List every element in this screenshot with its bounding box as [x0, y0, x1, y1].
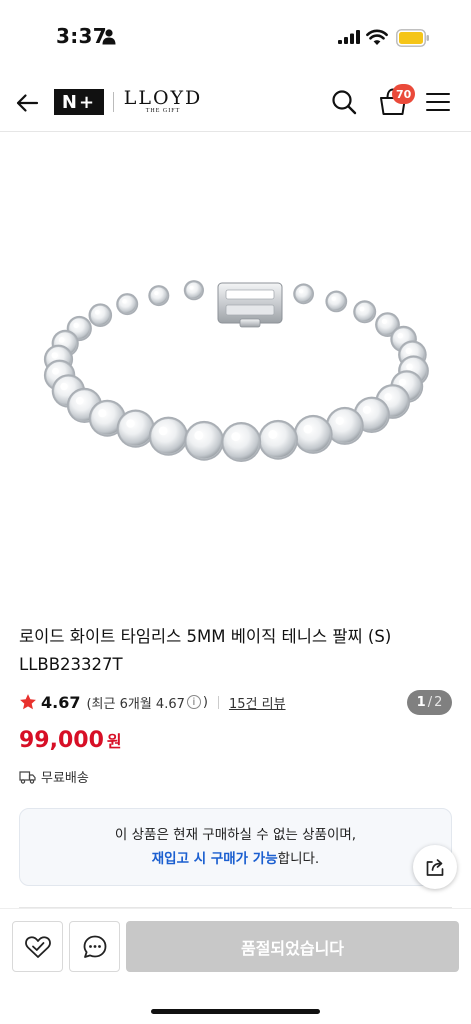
bracelet-stone	[185, 281, 203, 299]
cellular-signal-icon	[338, 30, 360, 44]
stone-highlight	[52, 367, 59, 375]
stone-highlight	[60, 382, 68, 391]
wishlist-button[interactable]	[12, 921, 63, 972]
total-pages: 2	[434, 695, 443, 710]
search-icon[interactable]	[330, 88, 358, 116]
share-button[interactable]	[413, 845, 457, 889]
cart-count-badge: 70	[392, 84, 416, 104]
restock-link[interactable]: 재입고 시 구매가 가능	[152, 851, 278, 867]
lloyd-brand-logo[interactable]: LLOYD THE GIFT	[122, 88, 204, 118]
product-photo	[43, 280, 429, 462]
notice-line-2: 재입고 시 구매가 가능합니다.	[20, 847, 451, 871]
stone-highlight	[384, 393, 392, 401]
wifi-icon	[366, 29, 388, 45]
bracelet-stone	[90, 304, 111, 326]
back-arrow-icon[interactable]	[14, 90, 40, 116]
nplus-logo[interactable]: N+	[54, 89, 104, 115]
stone-highlight	[158, 426, 168, 436]
stone-highlight	[58, 337, 65, 343]
stone-highlight	[126, 419, 135, 428]
stone-highlight	[154, 291, 159, 296]
stone-highlight	[51, 352, 58, 359]
recent-rating-close: )	[202, 694, 208, 710]
price-unit: 원	[106, 732, 122, 751]
heart-check-icon	[24, 935, 51, 958]
bracelet-stone	[118, 411, 154, 447]
chat-bubble-icon	[83, 935, 106, 958]
price-row: 99,000 원	[19, 728, 122, 753]
page-separator: /	[427, 695, 433, 710]
bracelet-stone	[327, 408, 363, 444]
stone-highlight	[405, 347, 412, 355]
stone-highlight	[73, 322, 79, 328]
stone-highlight	[335, 416, 344, 425]
bracelet-stone	[354, 301, 375, 322]
stone-highlight	[299, 289, 304, 294]
stone-highlight	[398, 378, 407, 386]
stone-highlight	[406, 363, 413, 371]
hamburger-menu-icon[interactable]	[425, 90, 451, 114]
bracelet-stone	[294, 285, 313, 303]
bracelet-stone	[149, 286, 168, 305]
stone-highlight	[94, 309, 100, 315]
stone-highlight	[362, 405, 371, 414]
top-navigation: N+ LLOYD THE GIFT 70	[0, 72, 471, 132]
shipping-info: 무료배송	[19, 767, 89, 786]
bracelet-stone	[150, 418, 187, 455]
soldout-notice: 이 상품은 현재 구매하실 수 없는 상품이며, 재입고 시 구매가 가능합니다…	[19, 808, 452, 886]
review-count-link[interactable]: 15건 리뷰	[229, 693, 286, 712]
soldout-button[interactable]: 품절되었습니다	[126, 921, 459, 972]
share-icon	[426, 859, 444, 876]
stone-highlight	[98, 409, 107, 418]
stone-highlight	[331, 296, 336, 301]
notice-line-2-suffix: 합니다.	[277, 851, 320, 867]
rating-value: 4.67	[41, 692, 81, 712]
bracelet-stone	[259, 421, 297, 459]
bracelet-stone	[295, 416, 332, 453]
status-bar: 3:37	[0, 0, 471, 72]
stone-highlight	[268, 430, 278, 439]
bracelet-stone	[117, 294, 137, 314]
stone-highlight	[359, 306, 365, 312]
chat-inquiry-button[interactable]	[69, 921, 120, 972]
notice-line-1: 이 상품은 현재 구매하실 수 없는 상품이며,	[114, 827, 357, 843]
bracelet-stone	[222, 423, 260, 461]
shipping-label: 무료배송	[41, 771, 89, 786]
stone-highlight	[189, 285, 194, 290]
current-page: 1	[416, 695, 426, 710]
home-indicator	[151, 1009, 320, 1014]
battery-icon	[396, 29, 429, 47]
product-image-gallery[interactable]: 1 / 2	[0, 133, 471, 715]
person-icon	[102, 29, 116, 45]
stone-highlight	[397, 332, 404, 339]
product-title: 로이드 화이트 타임리스 5MM 베이직 테니스 팔찌 (S) LLBB2332…	[19, 623, 459, 679]
logo-divider	[113, 92, 114, 112]
brand-name: LLOYD	[123, 87, 203, 109]
info-icon[interactable]: i	[186, 695, 201, 709]
stone-highlight	[231, 432, 241, 442]
stone-highlight	[381, 318, 387, 324]
product-code: LLBB23327T	[19, 655, 123, 674]
stone-highlight	[303, 424, 313, 434]
price-value: 99,000	[19, 728, 104, 753]
image-page-indicator: 1 / 2	[407, 690, 452, 715]
rating-row: 4.67 (최근 6개월 4.67 i ) 15건 리뷰	[19, 690, 286, 714]
product-name: 로이드 화이트 타임리스 5MM 베이직 테니스 팔찌 (S)	[19, 627, 392, 646]
recent-rating-text: (최근 6개월 4.67	[86, 696, 185, 712]
status-time: 3:37	[56, 24, 107, 48]
bracelet-stone	[185, 422, 223, 460]
delivery-truck-icon	[19, 770, 36, 784]
bracelet-clasp	[217, 282, 283, 328]
rating-divider	[217, 695, 219, 709]
stone-highlight	[122, 299, 127, 304]
stone-highlight	[194, 430, 204, 440]
stone-highlight	[75, 396, 84, 405]
star-icon	[20, 694, 36, 710]
bracelet-stone	[326, 292, 346, 311]
bottom-action-bar: 품절되었습니다	[0, 908, 471, 1024]
